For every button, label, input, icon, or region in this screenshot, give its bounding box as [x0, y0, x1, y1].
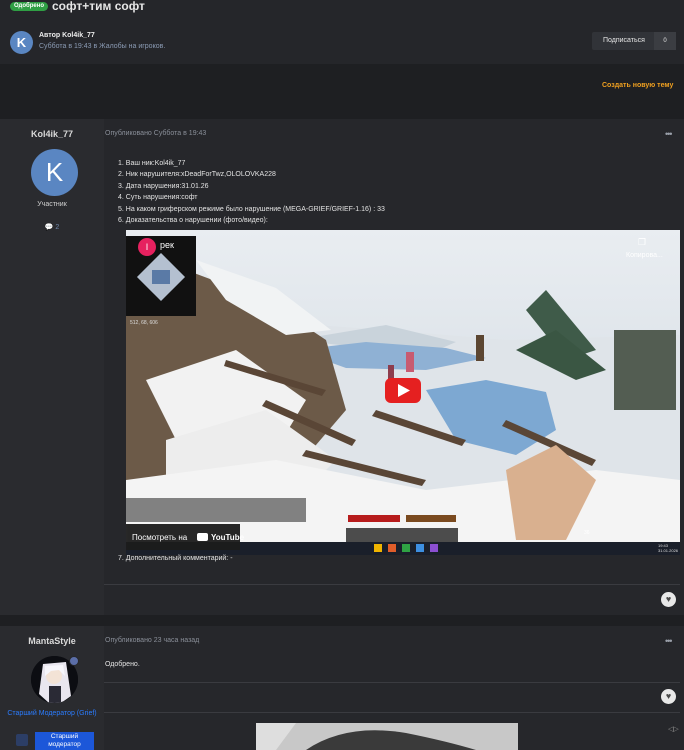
answer-date: 3. Дата нарушения:31.01.26 — [118, 182, 209, 190]
channel-avatar[interactable]: I — [138, 238, 156, 256]
moderator-badge: Старший модератор — [35, 732, 94, 750]
moderator-role: Старший Модератор (Grief) — [7, 710, 97, 717]
topic-header: Одобрено софт+тим софт K Автор Kol4ik_77… — [0, 0, 684, 64]
answer-evidence: 6. Доказательства о нарушении (фото/виде… — [118, 217, 268, 225]
answer-violation: 4. Суть нарушения:софт — [118, 194, 198, 202]
post-avatar[interactable]: K — [31, 149, 78, 196]
video-frame — [126, 230, 680, 555]
copy-icon[interactable]: ❐ — [638, 237, 646, 248]
subscribe-count: 0 — [654, 32, 676, 50]
comment-icon: 💬 — [44, 224, 54, 231]
watch-on-label: Посмотреть на — [132, 533, 188, 542]
slot-count: 36 — [584, 530, 590, 536]
answer-server: 5. На каком гриферском режиме было наруш… — [118, 205, 385, 213]
post-author-panel: Kol4ik_77 K Участник 💬 2 — [0, 119, 104, 615]
watch-on-youtube-button[interactable]: Посмотреть на YouTube — [126, 524, 244, 550]
author-avatar[interactable]: K — [10, 31, 33, 54]
post-menu-button[interactable]: ••• — [665, 129, 673, 139]
approved-badge: Одобрено — [10, 2, 48, 11]
subscribe-label: Подписаться — [603, 37, 645, 44]
video-title[interactable]: рек — [160, 240, 174, 250]
post-date[interactable]: Опубликовано 23 часа назад — [105, 637, 199, 644]
create-new-topic-link[interactable]: Создать новую тему — [602, 82, 673, 89]
signature-art — [256, 723, 518, 750]
post-menu-button[interactable]: ••• — [665, 636, 673, 646]
signature-image — [256, 723, 518, 750]
post-date[interactable]: Опубликовано Суббота в 19:43 — [105, 130, 206, 137]
answer-violator: 2. Ник нарушителя:xDeadForTwz,OLOLOVKA22… — [118, 171, 276, 179]
author-meta: Суббота в 19:43 в Жалобы на игроков. — [39, 43, 166, 50]
post-count-value: 2 — [55, 224, 60, 231]
topic-title: софт+тим софт — [52, 0, 145, 13]
answer-extra-comment: 7. Дополнительный комментарий: - — [118, 555, 233, 562]
post-author-panel: MantaStyle Старший Модератор (Grief) Ста… — [0, 626, 104, 750]
post-username[interactable]: Kol4ik_77 — [0, 129, 104, 139]
post-1: Kol4ik_77 K Участник 💬 2 Опубликовано Су… — [0, 119, 684, 615]
like-icon[interactable]: ♥ — [661, 592, 676, 607]
youtube-wordmark: YouTube — [211, 533, 245, 542]
youtube-embed[interactable]: I рек ❐ Копирова... 512, 68, 606 36 19:4… — [126, 230, 680, 555]
post-divider — [104, 584, 680, 585]
signature-toggle-icon[interactable]: ◁▷ — [668, 725, 679, 733]
member-role: Участник — [37, 201, 67, 208]
taskbar-date: 31.01.2026 — [658, 548, 679, 553]
taskbar-clock: 19:43 31.01.2026 — [658, 543, 678, 553]
answer-nick: 1. Ваш ник:Kol4ik_77 — [118, 160, 186, 167]
author-line[interactable]: Автор Kol4ik_77 — [39, 32, 95, 39]
post-divider — [104, 682, 680, 683]
post-text: Одобрено. — [105, 661, 140, 668]
complaint-form-answers: 1. Ваш ник:Kol4ik_77 2. Ник нарушителя:x… — [118, 158, 385, 226]
post-count: 💬 2 — [0, 223, 104, 231]
role-icon — [16, 734, 28, 746]
online-status-icon — [69, 656, 79, 666]
post-username[interactable]: MantaStyle — [0, 636, 104, 646]
post-2: MantaStyle Старший Модератор (Grief) Ста… — [0, 626, 684, 750]
youtube-logo-icon — [197, 533, 208, 541]
signature-divider — [104, 712, 680, 713]
copy-link-label[interactable]: Копирова... — [626, 252, 663, 259]
like-icon[interactable]: ♥ — [661, 689, 676, 704]
coords-readout: 512, 68, 606 — [130, 320, 158, 326]
subscribe-button[interactable]: Подписаться 0 — [592, 32, 676, 50]
